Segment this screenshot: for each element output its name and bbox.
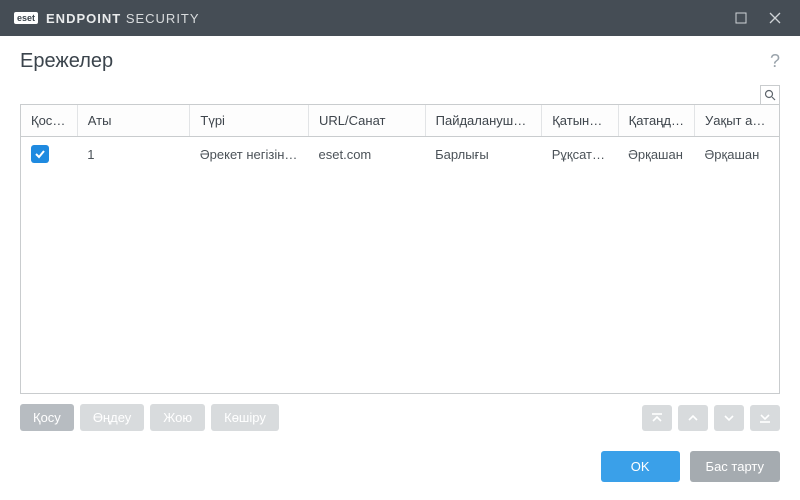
minimize-icon (735, 12, 747, 24)
brand-text: ENDPOINT SECURITY (46, 11, 200, 26)
add-button[interactable]: Қосу (20, 404, 74, 431)
minimize-button[interactable] (724, 4, 758, 32)
col-severity[interactable]: Қатаңдық (618, 105, 694, 137)
dialog: Ережелер ? Қосыл... Аты Түрі URL/Санат П… (0, 36, 800, 500)
chevron-down-icon (722, 412, 736, 424)
dialog-footer: OK Бас тарту (20, 433, 780, 482)
col-time[interactable]: Уақыт ара... (695, 105, 779, 137)
chevron-top-icon (650, 412, 664, 424)
cell-access: Рұқсат ету (542, 137, 618, 172)
table-header-row: Қосыл... Аты Түрі URL/Санат Пайдаланушыл… (21, 105, 779, 137)
col-type[interactable]: Түрі (190, 105, 309, 137)
cell-users: Барлығы (425, 137, 542, 172)
edit-button[interactable]: Өңдеу (80, 404, 144, 431)
move-down-button[interactable] (714, 405, 744, 431)
delete-button[interactable]: Жою (150, 404, 205, 431)
ok-button[interactable]: OK (601, 451, 680, 482)
col-url[interactable]: URL/Санат (309, 105, 426, 137)
check-icon (34, 148, 46, 160)
move-up-button[interactable] (678, 405, 708, 431)
dialog-header: Ережелер ? (20, 50, 780, 73)
brand-text-light: SECURITY (126, 11, 200, 26)
rules-table: Қосыл... Аты Түрі URL/Санат Пайдаланушыл… (20, 104, 780, 394)
search-row (20, 85, 780, 104)
chevron-bottom-icon (758, 412, 772, 424)
chevron-up-icon (686, 412, 700, 424)
row-enabled-checkbox[interactable] (31, 145, 49, 163)
cell-time: Әрқашан (695, 137, 779, 172)
page-title: Ережелер (20, 50, 113, 73)
table-row[interactable]: 1 Әрекет негізінде ... eset.com Барлығы … (21, 137, 779, 172)
col-enabled[interactable]: Қосыл... (21, 105, 77, 137)
cell-severity: Әрқашан (618, 137, 694, 172)
cell-url: eset.com (309, 137, 426, 172)
cancel-button[interactable]: Бас тарту (690, 451, 780, 482)
cell-name: 1 (77, 137, 190, 172)
rules-toolbar: Қосу Өңдеу Жою Көшіру (20, 404, 780, 431)
brand-text-bold: ENDPOINT (46, 11, 121, 26)
help-button[interactable]: ? (770, 51, 780, 72)
brand: eset ENDPOINT SECURITY (14, 11, 200, 26)
search-icon (764, 89, 776, 101)
col-access[interactable]: Қатынасу ... (542, 105, 618, 137)
close-icon (769, 12, 781, 24)
brand-badge: eset (14, 12, 38, 24)
copy-button[interactable]: Көшіру (211, 404, 279, 431)
cell-type: Әрекет негізінде ... (190, 137, 309, 172)
col-users[interactable]: Пайдаланушылар (425, 105, 542, 137)
titlebar: eset ENDPOINT SECURITY (0, 0, 800, 36)
close-button[interactable] (758, 4, 792, 32)
move-top-button[interactable] (642, 405, 672, 431)
move-bottom-button[interactable] (750, 405, 780, 431)
search-button[interactable] (760, 85, 780, 105)
col-name[interactable]: Аты (77, 105, 190, 137)
